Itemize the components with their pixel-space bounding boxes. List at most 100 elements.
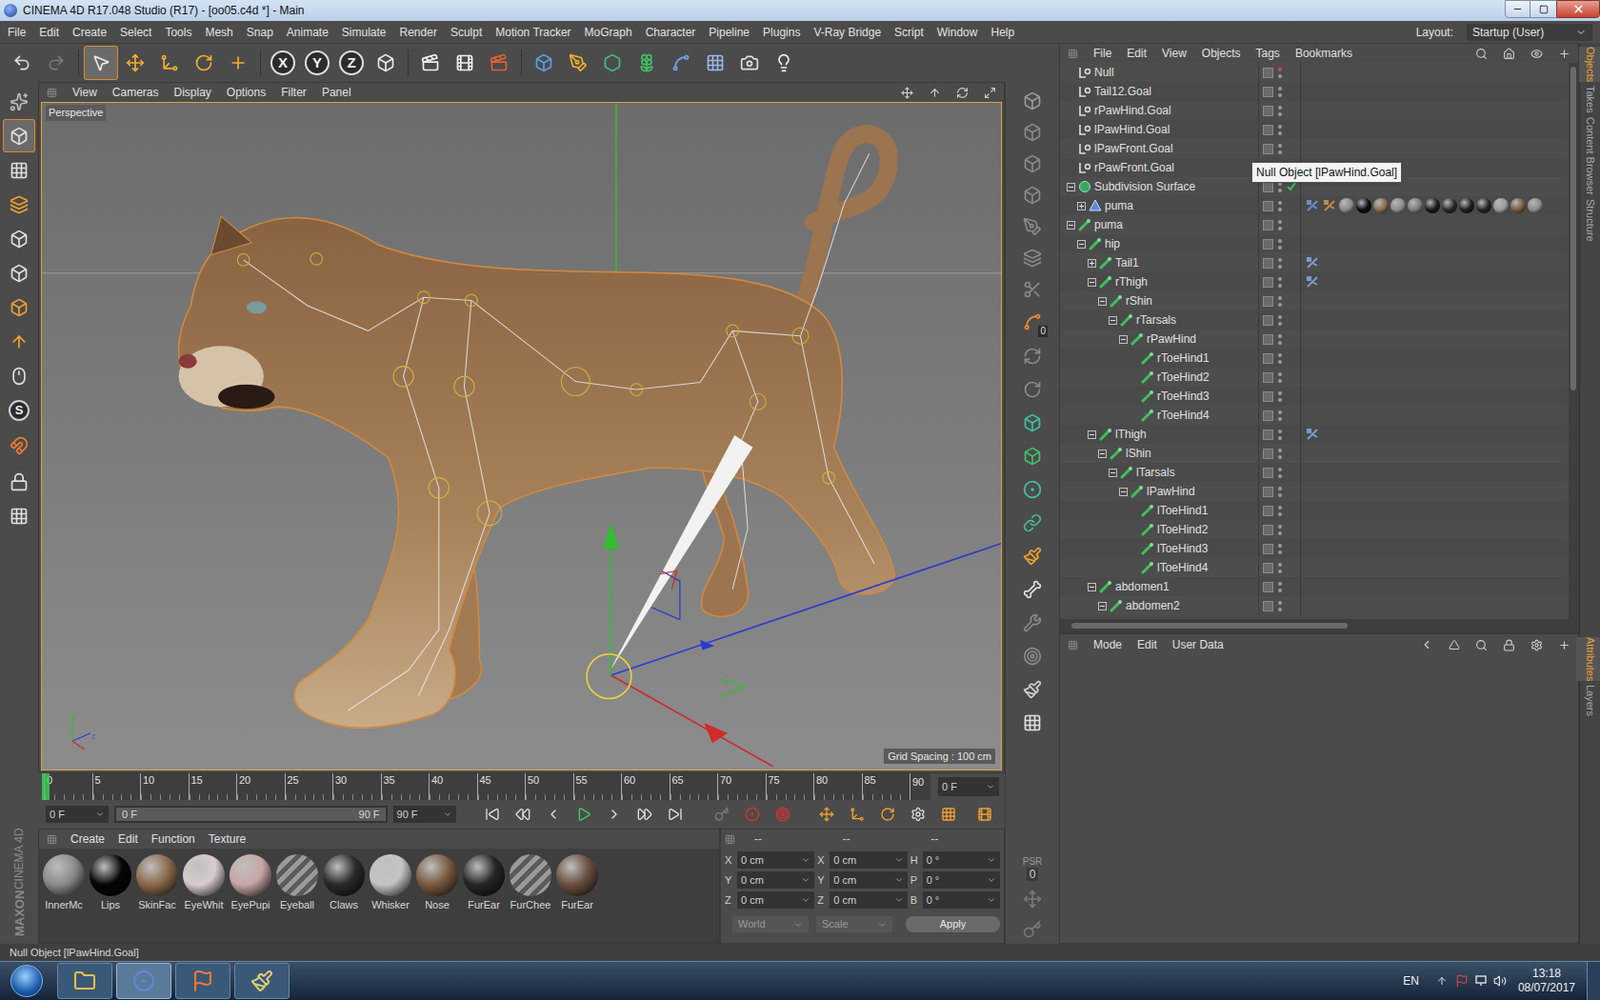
menu-item[interactable]: Simulate: [341, 23, 387, 41]
ik-tag[interactable]: [1304, 255, 1320, 271]
visibility-dots[interactable]: [1278, 562, 1282, 574]
material-item[interactable]: Whisker: [367, 854, 414, 912]
next-key-button[interactable]: [632, 802, 658, 826]
view-4-button[interactable]: [1015, 180, 1050, 210]
material-item[interactable]: FurEar: [554, 854, 600, 912]
weight-button[interactable]: [1015, 706, 1050, 739]
close-button[interactable]: [1556, 0, 1600, 19]
layer-box[interactable]: [1262, 600, 1274, 612]
collapse-icon[interactable]: [1077, 240, 1086, 249]
object-menu-item[interactable]: View: [1161, 44, 1187, 62]
visibility-dots[interactable]: [1278, 410, 1282, 421]
visibility-dots[interactable]: [1278, 581, 1282, 593]
planar-workplane-button[interactable]: [3, 500, 35, 532]
rotation-field[interactable]: 0 °: [922, 851, 1000, 869]
spline-tool-button[interactable]: [1015, 211, 1050, 241]
apply-button[interactable]: Apply: [905, 916, 1000, 933]
layer-box[interactable]: [1262, 86, 1274, 98]
object-row[interactable]: lPawHind.Goal: [1060, 120, 1569, 140]
mograph-button[interactable]: [630, 46, 663, 80]
layer-box[interactable]: [1262, 143, 1274, 155]
coordinate-system-button[interactable]: [369, 46, 402, 80]
object-row[interactable]: rThigh: [1060, 272, 1569, 292]
object-row[interactable]: lToeHind4: [1060, 558, 1569, 578]
material-tag[interactable]: [1390, 198, 1406, 214]
light-button[interactable]: [767, 46, 800, 80]
new-manager-icon[interactable]: [1558, 639, 1571, 652]
material-menu-item[interactable]: Texture: [208, 830, 246, 848]
object-row[interactable]: lToeHind1: [1060, 500, 1569, 520]
show-desktop-button[interactable]: [1586, 961, 1600, 1000]
lock-icon[interactable]: [1502, 639, 1516, 652]
object-row[interactable]: rShin: [1060, 291, 1569, 311]
ik-tag[interactable]: [1304, 426, 1320, 442]
menu-item[interactable]: File: [7, 23, 26, 41]
end-frame-field[interactable]: 90 F: [393, 805, 457, 823]
visibility-dots[interactable]: [1278, 467, 1282, 479]
taskbar-app[interactable]: [57, 962, 113, 1000]
new-view-icon[interactable]: [1558, 47, 1571, 60]
material-tag[interactable]: [1441, 198, 1458, 214]
viewport-menu-item[interactable]: Filter: [280, 83, 307, 101]
menu-item[interactable]: Snap: [246, 23, 274, 41]
selected-bone[interactable]: [608, 435, 753, 673]
layer-box[interactable]: [1262, 562, 1274, 574]
object-menu-item[interactable]: Tags: [1256, 44, 1280, 62]
collapse-icon[interactable]: [1098, 297, 1107, 306]
layer-box[interactable]: [1262, 296, 1274, 307]
menu-item[interactable]: Select: [120, 23, 152, 41]
skin-button[interactable]: [1015, 606, 1050, 639]
layer-box[interactable]: [1262, 334, 1274, 345]
visibility-dots[interactable]: [1278, 391, 1282, 402]
floor-button[interactable]: [699, 46, 732, 80]
object-row[interactable]: Null: [1060, 62, 1569, 82]
object-menu-item[interactable]: Bookmarks: [1295, 44, 1353, 62]
side-tab[interactable]: Layers: [1576, 684, 1600, 717]
pan-icon[interactable]: [900, 86, 914, 100]
attribute-menu-item[interactable]: Edit: [1137, 636, 1158, 654]
layer-box[interactable]: [1262, 581, 1274, 593]
recent-tools-button[interactable]: [221, 46, 255, 80]
visibility-dots[interactable]: [1278, 105, 1282, 117]
object-row[interactable]: lToeHind3: [1060, 539, 1569, 559]
material-tag[interactable]: [1424, 198, 1440, 214]
search-icon[interactable]: [1475, 47, 1488, 60]
size-field[interactable]: 0 cm: [829, 851, 907, 869]
material-tag[interactable]: [1356, 198, 1372, 214]
object-row[interactable]: puma: [1060, 196, 1569, 216]
visibility-dots[interactable]: [1278, 353, 1282, 364]
model-mode-button[interactable]: [3, 120, 35, 152]
enabled-check-icon[interactable]: [1286, 181, 1297, 192]
viewport-menu-item[interactable]: Cameras: [112, 83, 160, 101]
axis-mode-button[interactable]: [3, 325, 35, 358]
layer-box[interactable]: [1262, 486, 1274, 498]
layer-box[interactable]: [1262, 239, 1274, 250]
layer-box[interactable]: [1262, 524, 1274, 536]
psr-button[interactable]: PSR0: [1015, 856, 1050, 881]
key-scale-button[interactable]: [844, 802, 870, 826]
collapse-icon[interactable]: [1108, 316, 1118, 325]
expand-icon[interactable]: [1087, 259, 1097, 268]
layer-box[interactable]: [1262, 467, 1274, 479]
viewport[interactable]: PerspectiveGrid Spacing : 100 cmyz: [40, 101, 1002, 771]
viewport-menu-item[interactable]: Display: [173, 83, 211, 101]
material-item[interactable]: InnerMc: [40, 854, 87, 912]
layer-box[interactable]: [1262, 105, 1274, 117]
back-icon[interactable]: [1420, 638, 1434, 652]
object-row[interactable]: hip: [1060, 234, 1569, 254]
material-tag[interactable]: [1373, 198, 1389, 214]
connect-button[interactable]: [1015, 506, 1050, 539]
object-row[interactable]: lTarsals: [1060, 462, 1569, 482]
object-menu-item[interactable]: File: [1093, 44, 1112, 62]
collapse-icon[interactable]: [1066, 182, 1076, 192]
material-tag[interactable]: [1407, 198, 1423, 214]
menu-item[interactable]: Edit: [39, 23, 60, 41]
undo-button[interactable]: [5, 46, 39, 80]
side-tab[interactable]: Attributes: [1576, 637, 1600, 681]
menu-item[interactable]: Create: [72, 23, 107, 41]
key-pla-button[interactable]: [936, 802, 961, 826]
visibility-dots[interactable]: [1278, 315, 1282, 326]
layer-box[interactable]: [1262, 429, 1274, 440]
material-tag[interactable]: [1493, 198, 1509, 214]
viewport-menu-item[interactable]: Panel: [321, 83, 352, 101]
